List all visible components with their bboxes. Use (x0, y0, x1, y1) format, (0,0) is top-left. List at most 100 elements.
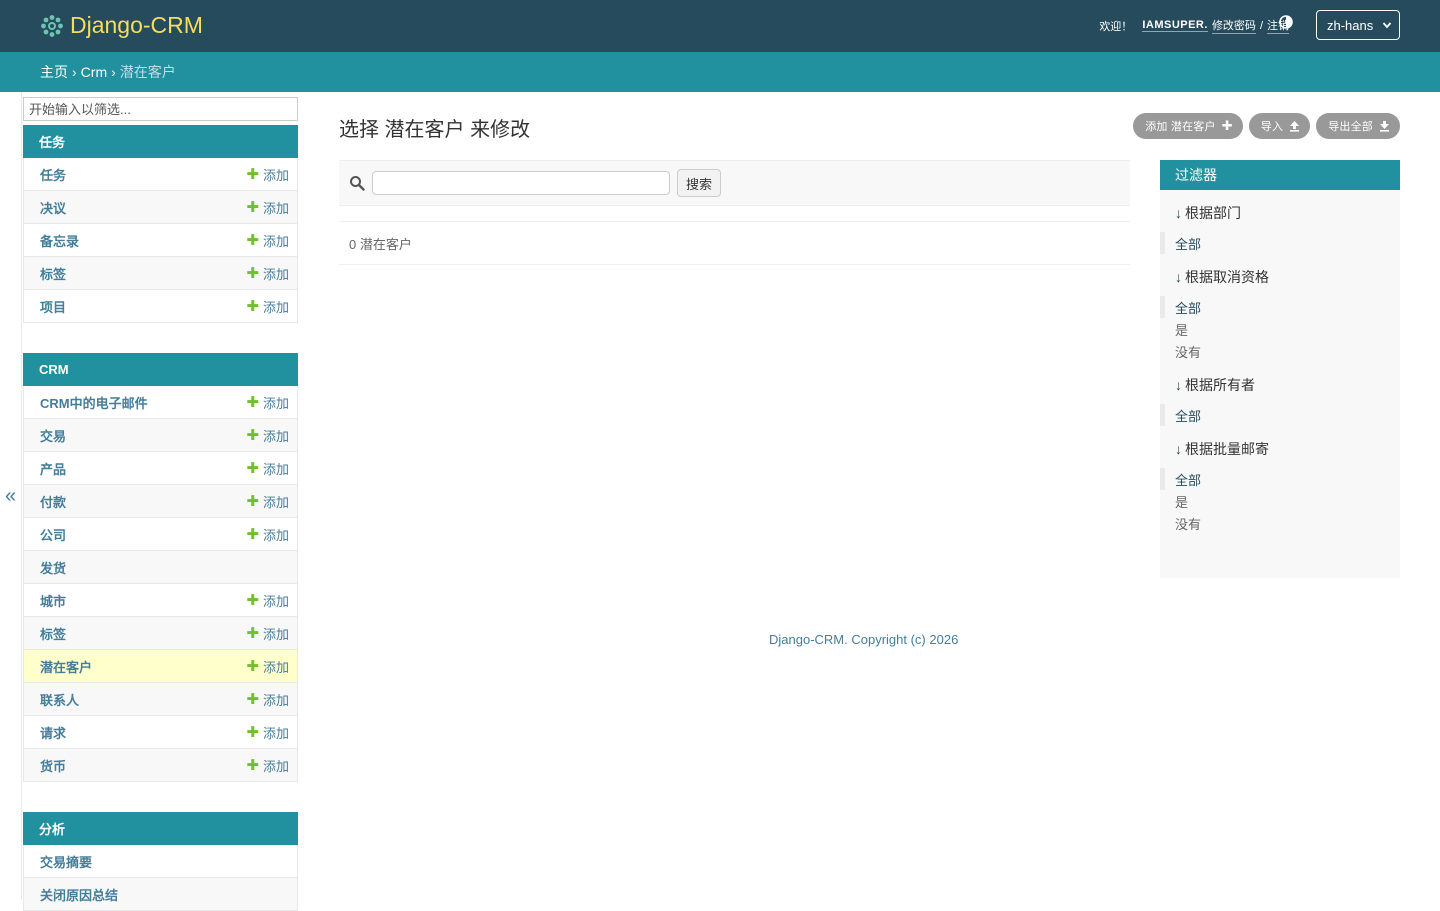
sidebar-item-link[interactable]: 付款 (40, 492, 66, 511)
sidebar-add-link[interactable]: ✚ 添加 (246, 492, 289, 511)
breadcrumb-separator: › (111, 64, 116, 80)
language-select[interactable]: zh-hans (1316, 10, 1400, 40)
sidebar-add-link[interactable]: ✚ 添加 (246, 393, 289, 412)
sidebar-item: 货币 ✚ 添加 (23, 749, 298, 782)
sidebar-item: 发货 (23, 551, 298, 584)
sidebar-add-link[interactable]: ✚ 添加 (246, 426, 289, 445)
sidebar-item-link[interactable]: 请求 (40, 723, 66, 742)
arrow-down-icon: ↓ (1175, 269, 1182, 285)
sidebar-item-link[interactable]: 交易 (40, 426, 66, 445)
sidebar-item-link[interactable]: 备忘录 (40, 231, 79, 250)
filter-heading[interactable]: ↓ 根据部门 (1175, 204, 1400, 222)
import-button[interactable]: 导入 (1248, 113, 1311, 139)
sidebar-add-label: 添加 (262, 494, 289, 510)
sidebar-item: 交易摘要 (23, 845, 298, 878)
search-icon (350, 176, 365, 191)
sidebar-module-caption[interactable]: 分析 (23, 812, 298, 845)
sidebar-module: 任务 任务 ✚ 添加 决议 ✚ 添加 备忘录 ✚ 添加 标签 ✚ 添加 项目 ✚ 添加 (23, 125, 298, 323)
filter-heading-label: 根据批量邮寄 (1185, 441, 1269, 457)
sidebar-add-link[interactable]: ✚ 添加 (246, 690, 289, 709)
filter-title: 过滤器 (1160, 160, 1400, 190)
sidebar-module-caption[interactable]: CRM (23, 353, 298, 386)
sidebar: 任务任务✚添加决议✚添加备忘录✚添加标签✚添加项目✚添加CRMCRM中的电子邮件… (23, 97, 298, 911)
sidebar-add-label: 添加 (262, 725, 289, 741)
site-brand-link[interactable]: Django-CRM (40, 12, 203, 39)
plus-icon: ✚ (246, 460, 259, 477)
sidebar-module: CRM CRM中的电子邮件 ✚ 添加 交易 ✚ 添加 产品 ✚ 添加 付款 ✚ 添加 公司 ✚ 添加 发货 城市 ✚… (23, 353, 298, 782)
sidebar-item-link[interactable]: 发货 (40, 558, 66, 577)
filter-heading[interactable]: ↓ 根据所有者 (1175, 376, 1400, 394)
sidebar-item-link[interactable]: 产品 (40, 459, 66, 478)
sidebar-item-link[interactable]: 决议 (40, 198, 66, 217)
search-input[interactable] (372, 171, 670, 195)
sidebar-add-label: 添加 (262, 692, 289, 708)
sidebar-item-link[interactable]: 交易摘要 (40, 852, 92, 871)
sidebar-add-link[interactable]: ✚ 添加 (246, 723, 289, 742)
change-password-link[interactable]: 修改密码 (1211, 17, 1256, 34)
sidebar-item-link[interactable]: 标签 (40, 264, 66, 283)
filter-heading[interactable]: ↓ 根据批量邮寄 (1175, 440, 1400, 458)
sidebar-collapse-button[interactable]: « (0, 92, 22, 900)
filter-groups: ↓ 根据部门 全部 ↓ 根据取消资格 全部是没有 ↓ 根据所有者 全部 ↓ 根据批量邮寄 全部是没有 (1160, 204, 1400, 534)
result-count: 0 潜在客户 (339, 221, 1130, 265)
sidebar-add-link[interactable]: ✚ 添加 (246, 459, 289, 478)
filter-option[interactable]: 是 (1160, 490, 1400, 512)
filter-option[interactable]: 是 (1160, 318, 1400, 340)
plus-icon: ✚ (246, 265, 259, 282)
sidebar-item-link[interactable]: 项目 (40, 297, 66, 316)
footer-text: Django-CRM. Copyright (c) 2026 (769, 632, 959, 647)
sidebar-module-caption[interactable]: 任务 (23, 125, 298, 158)
breadcrumb-separator: › (72, 64, 77, 80)
sidebar-item-link[interactable]: 标签 (40, 624, 66, 643)
filter-heading[interactable]: ↓ 根据取消资格 (1175, 268, 1400, 286)
sidebar-item-link[interactable]: 货币 (40, 756, 66, 775)
arrow-down-icon: ↓ (1175, 377, 1182, 393)
sidebar-add-link[interactable]: ✚ 添加 (246, 231, 289, 250)
object-tools: 添加 潜在客户 ✚ 导入 导出全部 (1133, 113, 1400, 139)
sidebar-item-link[interactable]: 任务 (40, 165, 66, 184)
sidebar-item: 联系人 ✚ 添加 (23, 683, 298, 716)
sidebar-add-link[interactable]: ✚ 添加 (246, 297, 289, 316)
sidebar-add-link[interactable]: ✚ 添加 (246, 264, 289, 283)
filter-group: ↓ 根据批量邮寄全部是没有 (1160, 440, 1400, 534)
sidebar-item-link[interactable]: 潜在客户 (40, 657, 92, 676)
sidebar-add-link[interactable]: ✚ 添加 (246, 198, 289, 217)
plus-icon: ✚ (246, 691, 259, 708)
sidebar-item-link[interactable]: 公司 (40, 525, 66, 544)
filter-option[interactable]: 全部 (1160, 296, 1400, 318)
sidebar-add-link[interactable]: ✚ 添加 (246, 624, 289, 643)
export-all-button[interactable]: 导出全部 (1316, 113, 1400, 139)
sidebar-item-link[interactable]: 关闭原因总结 (40, 885, 118, 904)
filter-heading-label: 根据所有者 (1185, 377, 1255, 393)
filter-option[interactable]: 全部 (1160, 232, 1400, 254)
sidebar-item-link[interactable]: 城市 (40, 591, 66, 610)
filter-option[interactable]: 全部 (1160, 404, 1400, 426)
sidebar-add-label: 添加 (262, 659, 289, 675)
filter-options: 全部是没有 (1160, 468, 1400, 534)
breadcrumb-app[interactable]: Crm (81, 64, 107, 80)
search-button[interactable]: 搜索 (677, 169, 722, 197)
plus-icon: ✚ (246, 199, 259, 216)
filter-option[interactable]: 全部 (1160, 468, 1400, 490)
filter-group: ↓ 根据取消资格全部是没有 (1160, 268, 1400, 362)
sidebar-filter-input[interactable] (23, 97, 298, 121)
sidebar-add-label: 添加 (262, 626, 289, 642)
plus-icon: ✚ (246, 427, 259, 444)
sidebar-add-link[interactable]: ✚ 添加 (246, 525, 289, 544)
plus-icon: ✚ (246, 298, 259, 315)
add-lead-button[interactable]: 添加 潜在客户 ✚ (1133, 113, 1243, 139)
sidebar-item-link[interactable]: 联系人 (40, 690, 79, 709)
filter-option[interactable]: 没有 (1160, 340, 1400, 362)
sidebar-add-link[interactable]: ✚ 添加 (246, 657, 289, 676)
sidebar-add-link[interactable]: ✚ 添加 (246, 165, 289, 184)
sidebar-add-label: 添加 (262, 593, 289, 609)
sidebar-item-link[interactable]: CRM中的电子邮件 (40, 393, 148, 412)
filter-option[interactable]: 没有 (1160, 512, 1400, 534)
sidebar-add-link[interactable]: ✚ 添加 (246, 591, 289, 610)
sidebar-add-link[interactable]: ✚ 添加 (246, 756, 289, 775)
breadcrumb-home[interactable]: 主页 (40, 62, 68, 82)
sidebar-add-label: 添加 (262, 266, 289, 282)
sidebar-add-label: 添加 (262, 395, 289, 411)
chevron-down-icon (1382, 22, 1392, 29)
theme-toggle-icon[interactable] (1278, 14, 1294, 30)
